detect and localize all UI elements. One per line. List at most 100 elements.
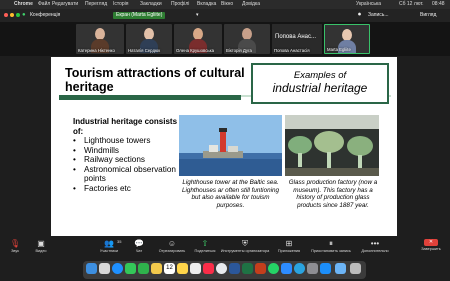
apps-icon: ⊞	[285, 239, 293, 248]
settings-icon[interactable]	[307, 263, 318, 274]
participant-tile[interactable]: Олена Крушовська	[174, 24, 222, 54]
participant-name-large: Попова Анас...	[275, 34, 317, 40]
powerpoint-icon[interactable]	[255, 263, 266, 274]
examples-box: Examples of industrial heritage	[251, 63, 389, 104]
participant-name: Наталія Сердюк	[128, 48, 161, 53]
menu-profiles[interactable]: Профілі	[171, 0, 189, 9]
glass-factory-photo	[285, 115, 379, 176]
pause-icon: ⏸	[329, 239, 333, 248]
participants-icon: 👥	[104, 239, 114, 248]
participant-tile-active[interactable]: Marta Egliite	[324, 24, 370, 54]
pause-recording-control[interactable]: ⏸ Приостановить запись	[306, 236, 356, 253]
apps-control[interactable]: ⊞ Приложения	[272, 236, 306, 253]
conference-label[interactable]: Конференція	[30, 9, 60, 22]
list-item: Lighthouse towers	[73, 136, 188, 146]
glass-items-illustration	[285, 115, 379, 176]
share-screen-icon: ⇧	[201, 239, 209, 248]
menu-view[interactable]: Перегляд	[85, 0, 107, 9]
telegram-icon[interactable]	[294, 263, 305, 274]
window-zoom-icon[interactable]	[16, 13, 20, 17]
launchpad-icon[interactable]	[99, 263, 110, 274]
participant-tile[interactable]: Катерина Ніктенко	[76, 24, 124, 54]
host-tools-control[interactable]: ⛨ Инструменты организатора	[220, 236, 270, 253]
word-icon[interactable]	[229, 263, 240, 274]
facetime-icon[interactable]	[138, 263, 149, 274]
host-tools-label: Инструменты организатора	[220, 249, 270, 253]
music-icon[interactable]	[203, 263, 214, 274]
excel-icon[interactable]	[242, 263, 253, 274]
folder-icon[interactable]	[335, 263, 346, 274]
screen-share-label[interactable]: Екран (Marta Egliite)	[113, 12, 166, 19]
list-item: Factories etc	[73, 184, 188, 194]
participant-name: Попова Анастасія	[274, 48, 310, 53]
recording-icon: ⏺	[358, 12, 362, 18]
shield-icon[interactable]: ●	[22, 9, 28, 22]
input-language[interactable]: Українська	[356, 0, 381, 9]
participant-tile-popova[interactable]: Попова Анас... Попова Анастасія	[272, 24, 322, 54]
reminders-icon[interactable]	[190, 263, 201, 274]
menu-file[interactable]: Файл	[38, 0, 50, 9]
chrome-icon[interactable]	[216, 263, 227, 274]
menu-edit[interactable]: Редагувати	[52, 0, 78, 9]
messages-icon[interactable]	[125, 263, 136, 274]
participant-tile[interactable]: Наталія Сердюк	[126, 24, 172, 54]
menu-app-name[interactable]: Chrome	[14, 0, 33, 9]
notes-icon[interactable]	[177, 263, 188, 274]
audio-label: Звук	[11, 249, 19, 253]
leave-icon: ✕	[424, 239, 438, 246]
slide-title: Tourism attractions of cultural heritage	[65, 66, 245, 94]
chat-icon: 💬	[134, 239, 144, 248]
participants-label: Участники	[99, 249, 119, 253]
more-control[interactable]: ••• Дополнительно	[358, 236, 392, 253]
window-close-icon[interactable]	[4, 13, 8, 17]
leave-control[interactable]: ✕ Завершить	[414, 236, 448, 251]
zoom-icon[interactable]	[281, 263, 292, 274]
apps-label: Приложения	[277, 249, 301, 253]
list-item: Railway sections	[73, 155, 188, 165]
heritage-list: Lighthouse towers Windmills Railway sect…	[73, 136, 188, 194]
chat-label: Чат	[135, 249, 143, 253]
menubar-time: 08:48	[432, 1, 445, 7]
participant-name: Олена Крушовська	[176, 48, 214, 53]
participant-tile-overlay	[244, 24, 272, 54]
menu-tab[interactable]: Вкладка	[197, 0, 216, 9]
menu-bookmarks[interactable]: Закладки	[140, 0, 162, 9]
photos-icon[interactable]	[151, 263, 162, 274]
zoom-controls-bar: 🎙 Звук ▣ Видео 👥 Участники 35 💬 Чат ☺ От…	[0, 236, 450, 260]
glass-factory-caption: Glass production factory (now a museum).…	[288, 179, 378, 209]
calendar-icon[interactable]: 12	[164, 263, 175, 274]
camera-icon: ▣	[37, 239, 45, 248]
shield-icon: ⛨	[242, 239, 248, 248]
appstore-icon[interactable]	[320, 263, 331, 274]
reactions-control[interactable]: ☺ Отреагировать	[154, 236, 190, 253]
zoom-top-bar: ● Конференція Екран (Marta Egliite) ▾ ⏺ …	[0, 9, 450, 22]
pause-recording-label: Приостановить запись	[311, 249, 351, 253]
view-label[interactable]: Вигляд	[420, 9, 436, 22]
share-label: Поделиться	[194, 249, 216, 253]
title-underline	[59, 95, 241, 100]
share-control[interactable]: ⇧ Поделиться	[190, 236, 220, 253]
lighthouse-illustration	[179, 115, 282, 176]
examples-line-2: industrial heritage	[272, 81, 368, 95]
whatsapp-icon[interactable]	[268, 263, 279, 274]
menu-help[interactable]: Довідка	[242, 0, 260, 9]
view-options-chevron-icon[interactable]: ▾	[196, 9, 199, 22]
menu-window[interactable]: Вікно	[221, 0, 233, 9]
finder-icon[interactable]	[86, 263, 97, 274]
video-label: Видео	[35, 249, 47, 253]
chat-control[interactable]: 💬 Чат	[124, 236, 154, 253]
list-heading: Industrial heritage consists of:	[73, 117, 178, 136]
recording-label[interactable]: Запись...	[368, 9, 389, 22]
participant-name: Катерина Ніктенко	[78, 48, 115, 53]
shared-slide: Tourism attractions of cultural heritage…	[51, 57, 397, 249]
trash-icon[interactable]	[350, 263, 361, 274]
microphone-muted-icon: 🎙	[10, 239, 21, 248]
safari-icon[interactable]	[112, 263, 123, 274]
video-control[interactable]: ▣ Видео	[26, 236, 56, 253]
menu-history[interactable]: Історія	[113, 0, 129, 9]
more-label: Дополнительно	[361, 249, 389, 253]
lighthouse-photo	[179, 115, 282, 176]
window-minimize-icon[interactable]	[10, 13, 14, 17]
participants-count: 35	[117, 239, 122, 244]
lighthouse-caption: Lighthouse tower at the Baltic sea. Ligh…	[182, 179, 279, 209]
